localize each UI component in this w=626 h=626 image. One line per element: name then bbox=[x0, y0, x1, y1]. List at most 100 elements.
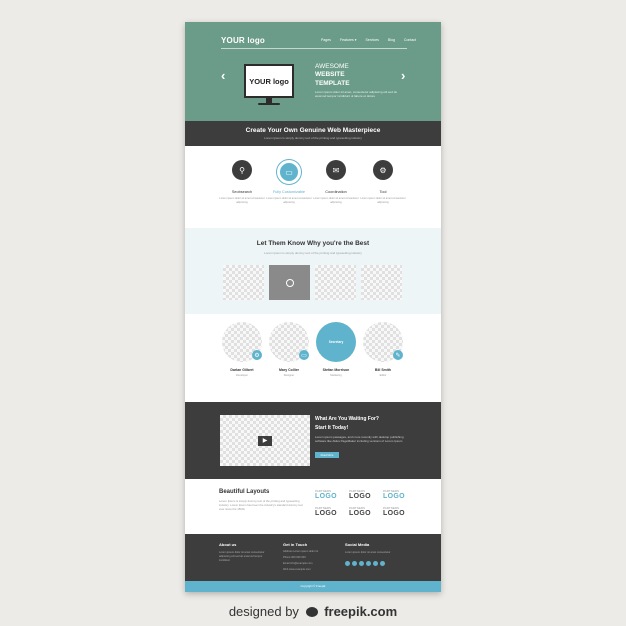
member-role: Designer bbox=[283, 374, 295, 377]
monitor-illustration: YOUR logo bbox=[244, 64, 294, 98]
feature-item[interactable]: ✉ Coordination Lorem ipsum dolor sit ame… bbox=[312, 160, 360, 204]
portfolio-image-selected[interactable] bbox=[269, 265, 310, 300]
feature-desc: Lorem ipsum dolor sit amet consectetur a… bbox=[219, 197, 265, 204]
zoom-icon bbox=[285, 278, 294, 287]
partner-logo-text: LOGO bbox=[349, 493, 371, 500]
feature-desc: Lorem ipsum dolor sit amet consectetur a… bbox=[266, 197, 312, 204]
video-section: ▶ What Are You Waiting For? Start It Tod… bbox=[185, 402, 441, 479]
header-divider bbox=[221, 48, 407, 49]
feature-label: Coordination bbox=[325, 190, 347, 194]
portfolio-section: Let Them Know Why you're the Best Lorem … bbox=[185, 228, 441, 314]
footer-about-title: About us bbox=[219, 542, 237, 547]
nav-item-services[interactable]: Services bbox=[365, 38, 378, 42]
pinterest-icon[interactable] bbox=[373, 561, 378, 566]
search-icon: ⚲ bbox=[232, 160, 252, 180]
credit-brand[interactable]: freepik.com bbox=[324, 604, 397, 619]
team-member[interactable]: Secretary Stefan Morrison Marketing bbox=[315, 322, 357, 377]
chat-icon: ✉ bbox=[326, 160, 346, 180]
portfolio-image-placeholder[interactable] bbox=[361, 265, 402, 300]
linkedin-icon[interactable] bbox=[366, 561, 371, 566]
footer-about-text: Lorem ipsum dolor sit amet consectetur a… bbox=[219, 551, 265, 562]
partner-logo-text: LOGO bbox=[383, 493, 405, 500]
feature-desc: Lorem ipsum dolor sit amet consectetur a… bbox=[360, 197, 406, 204]
member-role: Marketing bbox=[330, 374, 342, 377]
partner-logo[interactable]: PARTNERS LOGO bbox=[349, 489, 379, 500]
twitter-icon[interactable] bbox=[352, 561, 357, 566]
feature-label: Seobsearch bbox=[231, 190, 253, 194]
rss-icon[interactable] bbox=[380, 561, 385, 566]
member-name: Bill Smith bbox=[374, 368, 392, 372]
portfolio-image-placeholder[interactable] bbox=[223, 265, 264, 300]
social-icons bbox=[345, 561, 385, 566]
member-name: Stefan Morrison bbox=[322, 368, 350, 372]
freepik-credit: designed by freepik.com bbox=[0, 604, 626, 619]
monitor-base bbox=[258, 103, 280, 105]
partner-logo-text: LOGO bbox=[383, 510, 405, 517]
footer-social-title: Social Media bbox=[345, 542, 370, 547]
member-role: Developer bbox=[236, 374, 248, 377]
footer-contact-line[interactable]: Web www.example.com bbox=[283, 568, 311, 572]
nav-item-contact[interactable]: Contact bbox=[404, 38, 416, 42]
intro-subtitle: Lorem Ipsum is simply dummy text of the … bbox=[264, 136, 362, 140]
read-more-button[interactable]: Read More bbox=[315, 452, 339, 458]
avatar-highlighted: Secretary bbox=[316, 322, 356, 362]
monitor-logo: YOUR logo bbox=[249, 76, 289, 86]
portfolio-image-placeholder[interactable] bbox=[315, 265, 356, 300]
team-member[interactable]: ✎ Bill Smith Editor bbox=[362, 322, 404, 377]
partner-logo[interactable]: PARTNERS LOGO bbox=[383, 506, 413, 517]
slider-prev-icon[interactable]: ‹ bbox=[221, 69, 225, 82]
web-template-mockup: YOUR logo Pages Features ▾ Services Blog… bbox=[185, 22, 441, 592]
footer-contact-line[interactable]: Email info@example.com bbox=[283, 562, 312, 566]
partner-logo[interactable]: PARTNERS LOGO bbox=[383, 489, 413, 500]
layouts-text: Lorem Ipsum is simply dummy text of the … bbox=[219, 499, 303, 511]
feature-item[interactable]: ⚲ Seobsearch Lorem ipsum dolor sit amet … bbox=[218, 160, 266, 204]
footer-contact-title: Get in Touch bbox=[283, 542, 308, 547]
partner-logo[interactable]: PARTNERS LOGO bbox=[315, 489, 345, 500]
video-player[interactable]: ▶ bbox=[220, 415, 310, 466]
top-nav: Pages Features ▾ Services Blog Contact bbox=[321, 38, 416, 42]
facebook-icon[interactable] bbox=[345, 561, 350, 566]
nav-item-pages[interactable]: Pages bbox=[321, 38, 331, 42]
footer-contact-line: Phone 000 000 000 bbox=[283, 556, 306, 559]
portfolio-subtitle: Lorem Ipsum is simply dummy text of the … bbox=[264, 251, 362, 255]
gear-icon: ⚙ bbox=[252, 350, 262, 360]
footer-contact-line: Address Lorem ipsum dolor sit bbox=[283, 550, 319, 553]
hero-title-line2: WEBSITE bbox=[315, 71, 345, 78]
intro-title: Create Your Own Genuine Web Masterpiece bbox=[245, 127, 381, 134]
team-section: ⚙ Darlan Gilbert Developer ▭ Mary Collie… bbox=[185, 322, 441, 402]
feature-item[interactable]: ▭ Fully Customizable Lorem ipsum dolor s… bbox=[265, 160, 313, 204]
footer-social-text: Lorem ipsum dolor sit amet consectetur bbox=[345, 551, 391, 554]
partner-logo-text: LOGO bbox=[349, 510, 371, 517]
avatar: ⚙ bbox=[222, 322, 262, 362]
pencil-icon: ✎ bbox=[393, 350, 403, 360]
nav-item-blog[interactable]: Blog bbox=[388, 38, 395, 42]
google-plus-icon[interactable] bbox=[359, 561, 364, 566]
features-section: ⚲ Seobsearch Lorem ipsum dolor sit amet … bbox=[185, 160, 441, 220]
footer: About us Lorem ipsum dolor sit amet cons… bbox=[185, 534, 441, 581]
feature-desc: Lorem ipsum dolor sit amet consectetur a… bbox=[313, 197, 359, 204]
partner-logo[interactable]: PARTNERS LOGO bbox=[315, 506, 345, 517]
member-name: Darlan Gilbert bbox=[230, 368, 254, 372]
team-member[interactable]: ▭ Mary Collier Designer bbox=[268, 322, 310, 377]
feature-label: Tool bbox=[379, 190, 387, 194]
portfolio-title: Let Them Know Why you're the Best bbox=[256, 240, 370, 247]
hero-title-line3: TEMPLATE bbox=[315, 80, 350, 87]
partner-logo[interactable]: PARTNERS LOGO bbox=[349, 506, 379, 517]
monitor-icon: ▭ bbox=[299, 350, 309, 360]
gear-icon: ⚙ bbox=[373, 160, 393, 180]
feature-label: Fully Customizable bbox=[272, 190, 306, 194]
copyright-bar: Copyright © Freepik bbox=[185, 581, 441, 592]
play-icon[interactable]: ▶ bbox=[258, 435, 272, 446]
slider-next-icon[interactable]: › bbox=[401, 69, 405, 82]
feature-item[interactable]: ⚙ Tool Lorem ipsum dolor sit amet consec… bbox=[359, 160, 407, 204]
member-overlay-label: Secretary bbox=[328, 340, 344, 344]
freepik-logo-icon bbox=[305, 607, 318, 617]
monitor-icon: ▭ bbox=[277, 160, 301, 184]
member-name: Mary Collier bbox=[278, 368, 300, 372]
partner-logo-text: LOGO bbox=[315, 493, 337, 500]
video-text: Lorem ipsum passages, and more recently … bbox=[315, 435, 404, 443]
hero-title-line1: AWESOME bbox=[315, 63, 349, 70]
team-member[interactable]: ⚙ Darlan Gilbert Developer bbox=[221, 322, 263, 377]
site-logo[interactable]: YOUR logo bbox=[221, 36, 265, 45]
nav-item-features[interactable]: Features ▾ bbox=[340, 38, 357, 42]
